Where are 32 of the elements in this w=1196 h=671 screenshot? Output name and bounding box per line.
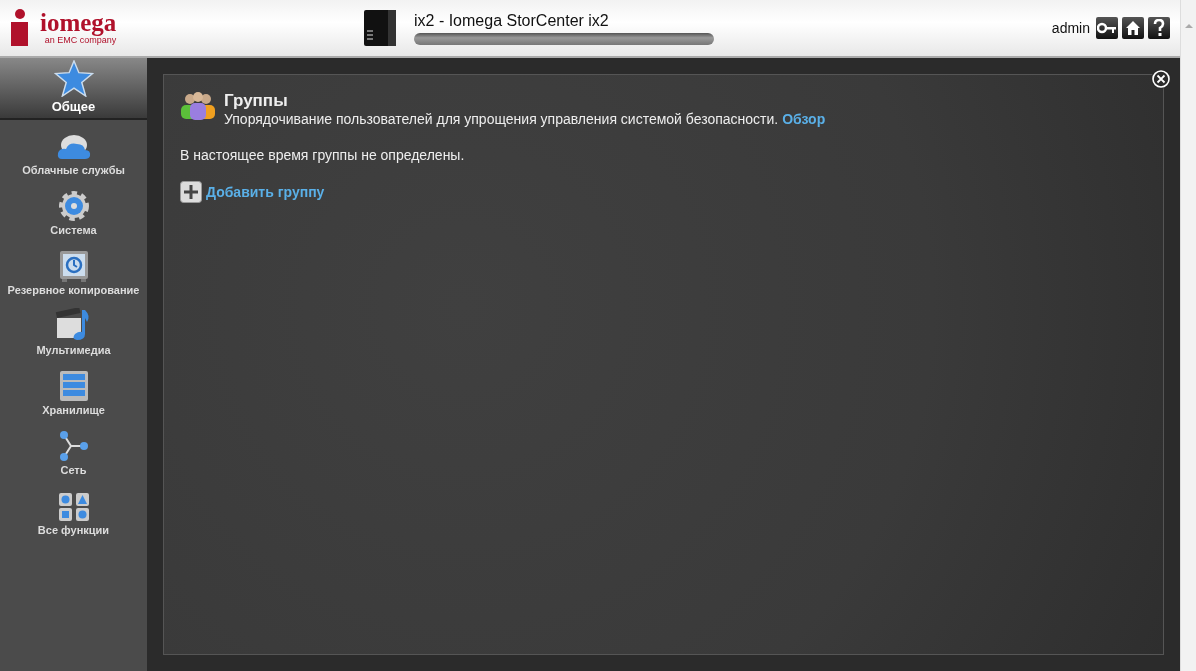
network-nodes-icon [57,430,90,462]
page-title: Группы [224,91,289,111]
users-group-icon [180,91,216,121]
help-icon[interactable] [1148,17,1170,39]
scrollbar[interactable] [1180,0,1196,671]
username: admin [1051,20,1090,36]
sidebar-item[interactable]: Хранилище [0,360,147,420]
sidebar-item[interactable]: Облачные службы [0,120,147,180]
sidebar-item[interactable]: Система [0,180,147,240]
empty-message: В настоящее время группы не определены. [180,147,466,163]
overview-link[interactable]: Обзор [782,111,826,127]
page-description: Упорядочивание пользователей для упрощения управления системой безопасности. [224,111,779,127]
close-icon[interactable] [1151,69,1171,89]
gear-icon [57,190,90,222]
sidebar-item[interactable]: Резервное копирование [0,240,147,300]
star-icon [53,60,94,97]
sidebar-item[interactable]: Все функции [0,480,147,540]
device-title: ix2 - Iomega StorCenter ix2 [414,11,610,30]
cloud-icon [55,132,92,162]
shapes-grid-icon [57,492,90,522]
sidebar-item[interactable]: Общее [0,58,147,120]
sidebar-item[interactable]: Мультимедиа [0,300,147,360]
server-rack-icon [58,370,89,402]
logo-wordmark: iomega [40,11,117,35]
nas-device-icon [362,8,398,48]
sidebar-item[interactable]: Сеть [0,420,147,480]
plus-icon[interactable] [180,181,202,203]
safe-clock-icon [58,250,89,282]
key-icon[interactable] [1096,17,1118,39]
add-group-link[interactable]: Добавить группу [206,184,325,200]
logo-tagline: an EMC company [44,35,117,45]
home-icon[interactable] [1122,17,1144,39]
